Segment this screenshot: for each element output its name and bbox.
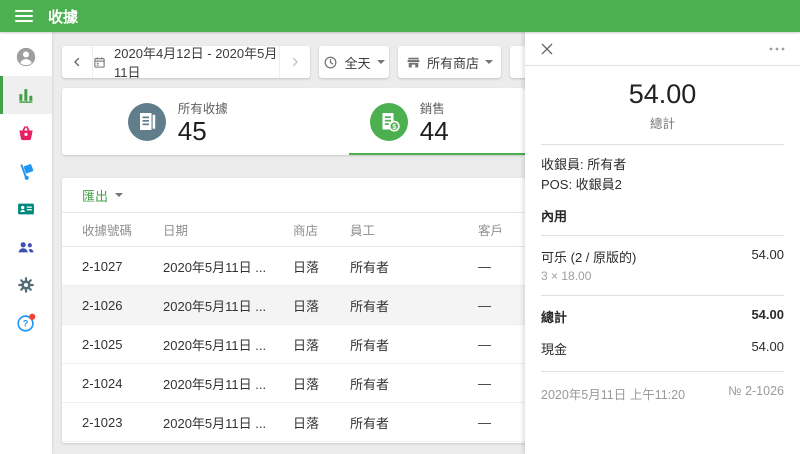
help-icon: ? — [17, 313, 36, 332]
id-card-icon — [18, 203, 34, 215]
date-range-value[interactable]: 2020年4月12日 - 2020年5月11日 — [92, 46, 280, 80]
chevron-down-icon — [376, 60, 385, 64]
calendar-icon — [94, 56, 105, 68]
grand-total-label: 總計 — [541, 310, 568, 325]
receipt-totals: 總計 54.00 現金 54.00 — [541, 296, 784, 372]
clock-icon — [325, 56, 337, 68]
store-filter-button[interactable]: 所有商店 — [398, 46, 501, 78]
receipt-total-block: 54.00 總計 — [541, 66, 784, 145]
item-name: 可乐 (2 / 原版的) — [541, 250, 637, 265]
receipt-info: 收銀員: 所有者 POS: 收銀員2 — [541, 145, 784, 202]
chevron-down-icon — [485, 60, 493, 64]
close-icon — [541, 43, 553, 54]
hand-truck-icon — [20, 164, 34, 180]
more-options-icon — [769, 47, 785, 50]
close-button[interactable] — [539, 41, 555, 57]
item-qty-price: 3 × 18.00 — [541, 269, 592, 283]
export-dropdown[interactable]: 匯出 — [62, 178, 525, 213]
pos-line: POS: 收銀員2 — [541, 176, 622, 192]
cash-amount: 54.00 — [751, 339, 784, 354]
receipt-panel-header — [525, 32, 800, 66]
date-range-text: 2020年4月12日 - 2020年5月11日 — [114, 46, 278, 80]
time-filter-value: 全天 — [344, 55, 371, 71]
col-employee: 員工 — [350, 224, 376, 238]
chevron-down-icon — [115, 193, 124, 197]
receipt-number: № 2-1026 — [728, 384, 784, 398]
table-row[interactable]: 2-1023 2020年5月11日 ... 日落 所有者 — — [62, 403, 525, 442]
chevron-right-icon — [292, 57, 298, 67]
table-row[interactable]: 2-1027 2020年5月11日 ... 日落 所有者 — — [62, 247, 525, 286]
all-receipts-icon — [127, 102, 166, 141]
date-range-picker[interactable]: 2020年4月12日 - 2020年5月11日 — [62, 46, 310, 80]
sidebar-item-customers[interactable] — [0, 228, 52, 266]
prev-period-button[interactable] — [62, 46, 92, 78]
receipt-datetime: 2020年5月11日 上午11:20 — [541, 388, 686, 402]
overflow-menu-button[interactable] — [768, 46, 786, 52]
sidebar-item-help[interactable]: ? — [0, 304, 52, 342]
filter-bar: 2020年4月12日 - 2020年5月11日 全天 所有商店 — [62, 46, 556, 80]
item-amount: 54.00 — [751, 247, 784, 262]
next-period-button[interactable] — [280, 46, 310, 78]
bar-chart-icon — [19, 89, 33, 103]
receipt-footer: 2020年5月11日 上午11:20 № 2-1026 — [541, 372, 784, 415]
profile-icon — [16, 47, 36, 67]
tab-sales[interactable]: $ 銷售 44 — [294, 88, 525, 155]
time-filter-button[interactable]: 全天 — [319, 46, 389, 78]
table-row[interactable]: 2-1024 2020年5月11日 ... 日落 所有者 — — [62, 364, 525, 403]
store-filter-value: 所有商店 — [426, 55, 479, 71]
sidebar: ? — [0, 32, 52, 454]
order-type-label: 內用 — [541, 202, 784, 236]
sidebar-item-profile[interactable] — [0, 38, 52, 76]
all-receipts-label: 所有收據 — [177, 101, 228, 116]
all-receipts-count: 45 — [177, 115, 207, 146]
summary-card: 所有收據 45 $ 銷售 44 — [62, 88, 525, 155]
receipt-total-label: 總計 — [649, 117, 675, 131]
col-receipt-number: 收據號碼 — [82, 224, 133, 238]
receipt-total-amount: 54.00 — [628, 79, 697, 109]
basket-icon — [19, 126, 33, 141]
sales-label: 銷售 — [419, 101, 445, 116]
sidebar-item-employees[interactable] — [0, 190, 52, 228]
grand-total-amount: 54.00 — [751, 307, 784, 322]
table-header-row: 收據號碼 日期 商店 員工 客戶 — [62, 213, 525, 247]
table-row-selected[interactable]: 2-1026 2020年5月11日 ... 日落 所有者 — — [62, 286, 525, 325]
receipts-table: 匯出 收據號碼 日期 商店 員工 客戶 2-1027 2020年5月11日 ..… — [62, 178, 525, 443]
cashier-line: 收銀員: 所有者 — [541, 157, 627, 172]
tab-all-receipts[interactable]: 所有收據 45 — [62, 88, 294, 155]
store-icon — [407, 57, 420, 67]
sales-count: 44 — [419, 115, 449, 146]
gear-icon — [18, 277, 34, 293]
svg-text:?: ? — [23, 319, 29, 329]
receipt-detail-panel: 54.00 總計 收銀員: 所有者 POS: 收銀員2 內用 可乐 (2 / 原… — [525, 32, 800, 454]
chevron-left-icon — [74, 57, 80, 67]
people-icon — [18, 242, 34, 253]
top-bar: 收據 — [0, 0, 800, 32]
sidebar-item-inventory[interactable] — [0, 152, 52, 190]
sales-icon: $ — [369, 102, 408, 141]
sidebar-item-items[interactable] — [0, 114, 52, 152]
col-customer: 客戶 — [478, 224, 504, 238]
cash-label: 現金 — [541, 342, 568, 357]
sidebar-item-reports[interactable] — [0, 76, 52, 114]
menu-icon[interactable] — [15, 10, 33, 22]
col-date: 日期 — [163, 224, 189, 238]
receipt-item: 可乐 (2 / 原版的) 54.00 3 × 18.00 — [541, 236, 784, 296]
export-label: 匯出 — [82, 188, 109, 204]
sidebar-item-settings[interactable] — [0, 266, 52, 304]
table-row[interactable]: 2-1025 2020年5月11日 ... 日落 所有者 — — [62, 325, 525, 364]
selected-tab-indicator — [348, 152, 525, 155]
notification-badge — [29, 313, 36, 320]
page-title: 收據 — [48, 8, 79, 26]
col-store: 商店 — [293, 224, 319, 238]
